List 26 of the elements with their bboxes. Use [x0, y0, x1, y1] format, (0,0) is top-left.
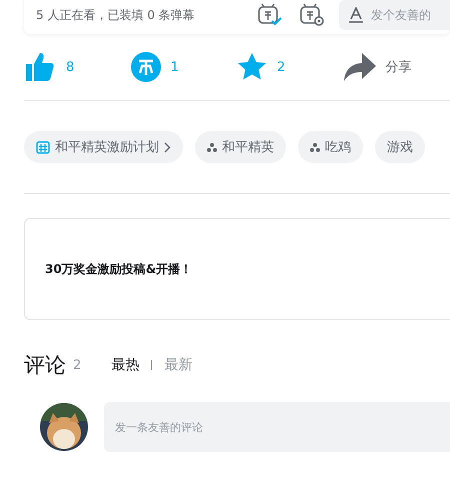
- tag-chip[interactable]: 和平精英激励计划: [24, 131, 183, 163]
- danmaku-settings-icon[interactable]: [299, 3, 325, 27]
- dots-icon: [310, 142, 320, 152]
- coin-icon: [130, 52, 160, 82]
- topic-icon: [36, 140, 50, 154]
- viewer-status: 5 人正在看，已装填 0 条弹幕: [36, 6, 196, 24]
- danmaku-input[interactable]: 发个友善的: [339, 0, 450, 30]
- tag-chip[interactable]: 吃鸡: [298, 131, 363, 163]
- share-icon: [344, 53, 376, 81]
- sort-tab[interactable]: 最新: [164, 356, 192, 374]
- chevron-icon: [164, 142, 171, 152]
- avatar: [40, 403, 88, 451]
- tag-chip[interactable]: 游戏: [375, 131, 425, 163]
- sort-tab[interactable]: 最热: [111, 356, 140, 374]
- danmaku-on-icon[interactable]: [257, 3, 283, 27]
- comment-count: 2: [73, 358, 82, 372]
- notice-text: 30万奖金激励投稿&开播！: [45, 260, 192, 278]
- text-style-icon[interactable]: [349, 7, 363, 23]
- star-icon: [237, 52, 267, 82]
- comments-title: 评论: [24, 352, 66, 379]
- thumbs-up-icon: [24, 51, 56, 83]
- tag-chip[interactable]: 和平精英: [195, 131, 286, 163]
- notice-card[interactable]: 30万奖金激励投稿&开播！: [24, 218, 450, 320]
- share-button[interactable]: 分享: [344, 53, 450, 81]
- dots-icon: [207, 142, 217, 152]
- comment-input[interactable]: 发一条友善的评论: [104, 402, 450, 452]
